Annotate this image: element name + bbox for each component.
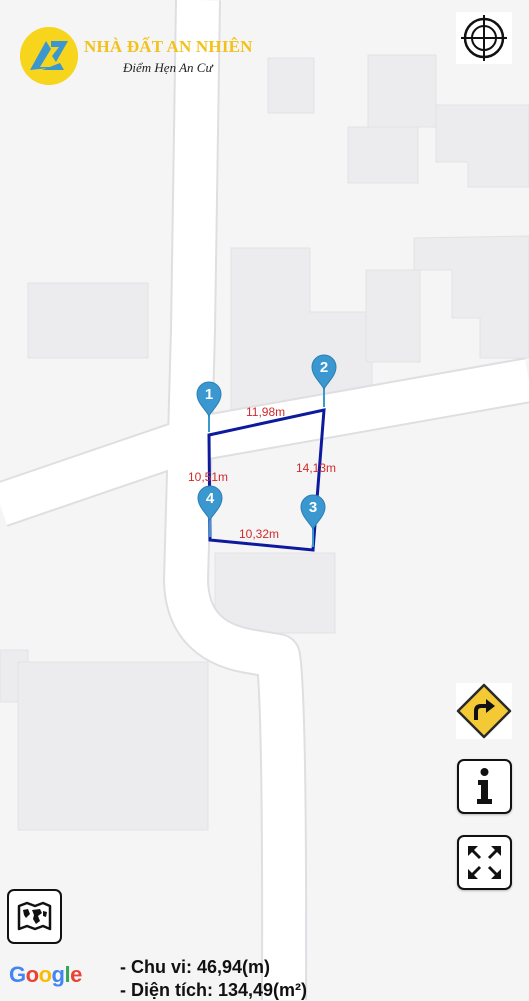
brand-name: NHÀ ĐẤT AN NHIÊN — [84, 37, 253, 56]
brand-logo-mark — [20, 27, 78, 85]
map-type-button[interactable] — [7, 889, 62, 944]
google-logo: Google — [9, 962, 82, 987]
crosshair-icon — [461, 15, 507, 61]
map-layers-icon — [17, 901, 52, 931]
area-text: - Diện tích: 134,49(m²) — [120, 980, 308, 1000]
fullscreen-button[interactable] — [457, 835, 512, 890]
turn-right-icon — [456, 683, 512, 739]
brand-tagline: Điểm Hẹn An Cư — [123, 60, 213, 75]
edge-label-4-1: 10,51m — [188, 470, 228, 484]
directions-button[interactable] — [456, 683, 512, 739]
svg-text:2: 2 — [320, 359, 328, 376]
edge-label-3-4: 10,32m — [239, 527, 279, 541]
locate-button[interactable] — [456, 12, 512, 64]
svg-text:1: 1 — [205, 386, 213, 403]
expand-icon — [468, 846, 501, 879]
edge-label-1-2: 11,98m — [246, 405, 285, 419]
map-canvas[interactable]: 11,98m 14,13m 10,32m 10,51m 1 2 3 4 — [0, 0, 529, 1000]
perimeter-text: - Chu vi: 46,94(m) — [120, 957, 271, 977]
edge-label-2-3: 14,13m — [296, 461, 336, 475]
svg-text:3: 3 — [309, 499, 317, 516]
logo-triangle-icon — [20, 27, 78, 85]
info-icon — [477, 768, 492, 804]
brand-logo: NHÀ ĐẤT AN NHIÊN Điểm Hẹn An Cư — [20, 27, 280, 87]
svg-text:4: 4 — [206, 490, 215, 507]
info-button[interactable] — [457, 759, 512, 814]
